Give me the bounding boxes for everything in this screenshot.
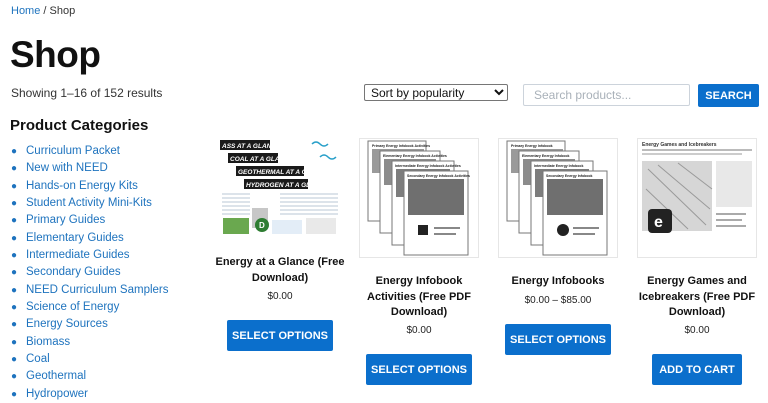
glance-cover-image: ASS AT A GLANCE COAL AT A GLANCE GEOTHER… [220, 138, 340, 238]
category-item: ● Hands-on Energy Kits [11, 178, 169, 195]
sort-select[interactable]: Sort by popularity [364, 84, 508, 101]
product-title[interactable]: Energy Games and Icebreakers (Free PDF D… [631, 274, 763, 321]
add-to-cart-button[interactable]: ADD TO CART [652, 354, 742, 385]
svg-text:D: D [259, 221, 265, 230]
svg-text:Intermediate Energy Infobook: Intermediate Energy Infobook [534, 164, 583, 168]
product-price: $0.00 [684, 325, 710, 336]
svg-text:e: e [654, 214, 663, 231]
activities-cover-image: Primary Energy Infobook Activities Eleme… [367, 140, 470, 256]
bullet-icon: ● [11, 336, 18, 348]
category-item: ● NEED Curriculum Samplers [11, 282, 169, 299]
result-count: Showing 1–16 of 152 results [11, 86, 163, 100]
category-list: ● Curriculum Packet ● New with NEED ● Hands… [11, 143, 169, 403]
svg-text:Elementary Energy Infobook: Elementary Energy Infobook [522, 154, 570, 158]
category-link[interactable]: Curriculum Packet [26, 145, 120, 157]
bullet-icon: ● [11, 180, 18, 192]
bullet-icon: ● [11, 354, 18, 366]
category-link[interactable]: Intermediate Guides [26, 249, 130, 261]
category-item: ● Science of Energy [11, 299, 169, 316]
bullet-icon: ● [11, 302, 18, 314]
category-item: ● New with NEED [11, 160, 169, 177]
breadcrumb: Home / Shop [11, 5, 75, 17]
category-link[interactable]: Student Activity Mini-Kits [26, 197, 152, 209]
svg-text:ASS AT A GLANCE: ASS AT A GLANCE [221, 143, 281, 150]
category-item: ● Curriculum Packet [11, 143, 169, 160]
category-item: ● Primary Guides [11, 212, 169, 229]
bullet-icon: ● [11, 319, 18, 331]
product-title[interactable]: Energy Infobook Activities (Free PDF Dow… [353, 274, 485, 321]
category-link[interactable]: Geothermal [26, 370, 86, 382]
bullet-icon: ● [11, 284, 18, 296]
select-options-button[interactable]: SELECT OPTIONS [227, 320, 333, 351]
svg-text:HYDROGEN AT A GLANCE: HYDROGEN AT A GLANCE [246, 182, 329, 189]
category-item: ● Secondary Guides [11, 264, 169, 281]
category-item: ● Elementary Guides [11, 230, 169, 247]
product-title[interactable]: Energy at a Glance (Free Download) [214, 255, 346, 286]
infobooks-cover-image: Primary Energy Infobook Elementary Energ… [506, 140, 608, 256]
category-link[interactable]: Hydropower [26, 388, 88, 400]
bullet-icon: ● [11, 163, 18, 175]
category-item: ● Energy Sources [11, 316, 169, 333]
breadcrumb-separator: / [40, 5, 50, 17]
breadcrumb-home-link[interactable]: Home [11, 5, 40, 17]
search-button[interactable]: SEARCH [698, 84, 759, 107]
svg-text:GEOTHERMAL AT A GLANCE: GEOTHERMAL AT A GLANCE [238, 169, 330, 176]
select-options-button[interactable]: SELECT OPTIONS [366, 354, 472, 385]
product-price: $0.00 [406, 325, 432, 336]
svg-text:Elementary Energy Infobook Act: Elementary Energy Infobook Activities [383, 154, 447, 158]
page-title: Shop [10, 34, 101, 75]
svg-text:Energy Games and Icebreakers: Energy Games and Icebreakers [642, 142, 717, 148]
games-cover-image: Energy Games and Icebreakers e [638, 139, 756, 257]
svg-text:Secondary Energy Infobook Acti: Secondary Energy Infobook Activities [407, 174, 470, 178]
product-image[interactable]: Primary Energy Infobook Elementary Energ… [498, 138, 618, 258]
category-link[interactable]: Secondary Guides [26, 266, 121, 278]
select-options-button[interactable]: SELECT OPTIONS [505, 324, 611, 355]
bullet-icon: ● [11, 250, 18, 262]
category-item: ● Intermediate Guides [11, 247, 169, 264]
search-input[interactable] [523, 84, 690, 106]
category-link[interactable]: Energy Sources [26, 318, 108, 330]
breadcrumb-current: Shop [49, 5, 76, 17]
category-item: ● Coal [11, 351, 169, 368]
product-title[interactable]: Energy Infobooks [492, 274, 624, 290]
bullet-icon: ● [11, 371, 18, 383]
category-item: ● Biomass [11, 334, 169, 351]
bullet-icon: ● [11, 388, 18, 400]
bullet-icon: ● [11, 146, 18, 157]
svg-text:COAL AT A GLANCE: COAL AT A GLANCE [230, 156, 294, 163]
category-item: ● Student Activity Mini-Kits [11, 195, 169, 212]
svg-text:Intermediate Energy Infobook A: Intermediate Energy Infobook Activities [395, 164, 461, 168]
bullet-icon: ● [11, 198, 18, 210]
category-link[interactable]: Hands-on Energy Kits [26, 180, 138, 192]
product-price: $0.00 – $85.00 [524, 295, 592, 306]
category-link[interactable]: New with NEED [26, 162, 108, 174]
bullet-icon: ● [11, 267, 18, 279]
svg-text:Primary Energy Infobook Activi: Primary Energy Infobook Activities [372, 144, 430, 148]
product-image[interactable]: Energy Games and Icebreakers e [637, 138, 757, 258]
bullet-icon: ● [11, 215, 18, 227]
product-price: $0.00 [267, 291, 293, 302]
category-link[interactable]: Science of Energy [26, 301, 119, 313]
category-link[interactable]: Primary Guides [26, 214, 105, 226]
svg-text:Secondary Energy Infobook: Secondary Energy Infobook [546, 174, 593, 178]
category-link[interactable]: Biomass [26, 336, 70, 348]
product-image[interactable]: Primary Energy Infobook Activities Eleme… [359, 138, 479, 258]
category-item: ● Hydropower [11, 386, 169, 403]
category-link[interactable]: NEED Curriculum Samplers [26, 284, 169, 296]
category-item: ● Geothermal [11, 368, 169, 385]
category-link[interactable]: Elementary Guides [26, 232, 124, 244]
svg-text:Primary Energy Infobook: Primary Energy Infobook [511, 144, 553, 148]
product-image[interactable]: ASS AT A GLANCE COAL AT A GLANCE GEOTHER… [220, 138, 340, 258]
bullet-icon: ● [11, 232, 18, 244]
category-link[interactable]: Coal [26, 353, 50, 365]
categories-heading: Product Categories [10, 117, 149, 134]
